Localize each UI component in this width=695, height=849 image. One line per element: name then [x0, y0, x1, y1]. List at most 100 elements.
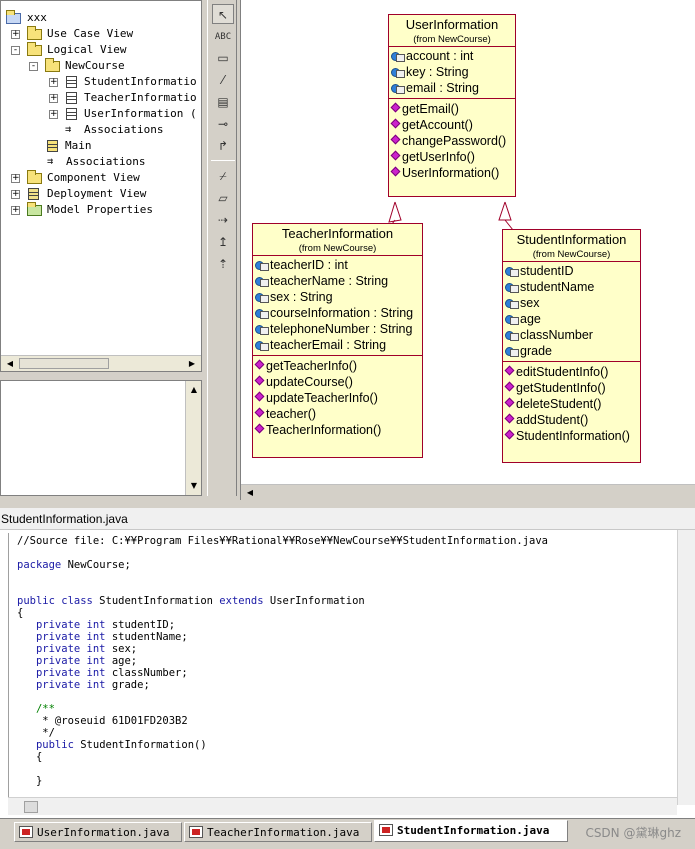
- selection-tool-icon[interactable]: ↖: [212, 4, 234, 24]
- scroll-thumb[interactable]: [24, 801, 38, 813]
- operation-row[interactable]: getTeacherInfo(): [253, 358, 422, 374]
- tree-item-associations-inner[interactable]: ⇉ Associations: [65, 122, 185, 138]
- expand-toggle-icon[interactable]: +: [49, 78, 58, 87]
- operation-row[interactable]: getAccount(): [389, 117, 515, 133]
- scroll-left-icon[interactable]: ◀: [3, 357, 17, 371]
- association-tool-icon[interactable]: ↱: [212, 136, 234, 156]
- operation-row[interactable]: TeacherInformation(): [253, 422, 422, 438]
- attribute-row[interactable]: teacherName : String: [253, 273, 422, 289]
- tree-item-newcourse[interactable]: - NewCourse: [29, 58, 199, 74]
- attribute-icon: [505, 330, 519, 341]
- code-area[interactable]: //Source file: C:¥¥Program Files¥¥Ration…: [8, 533, 676, 805]
- scroll-left-icon[interactable]: ◀: [243, 486, 257, 500]
- tree-item-associations[interactable]: ⇉ Associations: [47, 154, 167, 170]
- attribute-row[interactable]: sex: [503, 295, 640, 311]
- tree-item-studentinformation[interactable]: + StudentInformatio: [49, 74, 201, 90]
- interface-tool-icon[interactable]: ⊸: [212, 114, 234, 134]
- canvas-horizontal-scrollbar[interactable]: ◀: [241, 484, 695, 500]
- generalization-tool-icon[interactable]: ↥: [212, 232, 234, 252]
- realize-tool-icon[interactable]: ⇡: [212, 254, 234, 274]
- operation-icon: [254, 359, 265, 370]
- attribute-label: teacherID : int: [270, 258, 348, 272]
- tree-item-main[interactable]: Main: [47, 138, 147, 154]
- package-tool-icon[interactable]: ▱: [212, 188, 234, 208]
- attribute-row[interactable]: grade: [503, 343, 640, 359]
- attribute-row[interactable]: sex : String: [253, 289, 422, 305]
- operation-row[interactable]: editStudentInfo(): [503, 364, 640, 380]
- tree-item-use-case-view[interactable]: + Use Case View: [11, 26, 191, 42]
- attribute-row[interactable]: teacherID : int: [253, 257, 422, 273]
- documentation-vertical-scrollbar[interactable]: ▲ ▼: [185, 381, 201, 495]
- tab-studentinformation-java[interactable]: StudentInformation.java: [374, 820, 568, 842]
- operation-row[interactable]: addStudent(): [503, 412, 640, 428]
- anchor-tool-icon[interactable]: ⁄: [212, 70, 234, 90]
- scroll-right-icon[interactable]: ▶: [185, 357, 199, 371]
- browser-tree: xxx + Use Case View - Logical View - New…: [1, 1, 201, 355]
- note-tool-icon[interactable]: ▭: [212, 48, 234, 68]
- keyword: private int: [35, 643, 106, 655]
- tree-root[interactable]: xxx: [5, 10, 65, 26]
- expand-toggle-icon[interactable]: +: [49, 110, 58, 119]
- scroll-thumb[interactable]: [19, 358, 109, 369]
- tree-item-label: Logical View: [47, 43, 127, 56]
- collapse-toggle-icon[interactable]: -: [11, 46, 20, 55]
- documentation-pane[interactable]: ▲ ▼: [0, 380, 202, 496]
- tree-item-teacherinformation[interactable]: + TeacherInformatio: [49, 90, 201, 106]
- operation-row[interactable]: getStudentInfo(): [503, 380, 640, 396]
- operation-row[interactable]: changePassword(): [389, 133, 515, 149]
- attribute-row[interactable]: account : int: [389, 48, 515, 64]
- attribute-row[interactable]: telephoneNumber : String: [253, 321, 422, 337]
- class-box-teacherinformation[interactable]: TeacherInformation (from NewCourse) teac…: [252, 223, 423, 458]
- expand-toggle-icon[interactable]: +: [11, 30, 20, 39]
- expand-toggle-icon[interactable]: +: [11, 206, 20, 215]
- attribute-row[interactable]: age: [503, 311, 640, 327]
- collapse-toggle-icon[interactable]: -: [29, 62, 38, 71]
- operation-compartment: getTeacherInfo() updateCourse() updateTe…: [253, 356, 422, 440]
- class-diagram-canvas[interactable]: UserInformation (from NewCourse) account…: [240, 0, 695, 500]
- tab-teacherinformation-java[interactable]: TeacherInformation.java: [184, 822, 372, 842]
- operation-row[interactable]: updateTeacherInfo(): [253, 390, 422, 406]
- attribute-row[interactable]: courseInformation : String: [253, 305, 422, 321]
- operation-icon: [254, 391, 265, 402]
- class-box-userinformation[interactable]: UserInformation (from NewCourse) account…: [388, 14, 516, 197]
- class-tool-icon[interactable]: ▤: [212, 92, 234, 112]
- model-icon: [6, 10, 21, 24]
- tree-item-userinformation[interactable]: + UserInformation (: [49, 106, 201, 122]
- tree-item-model-properties[interactable]: + Model Properties: [11, 202, 191, 218]
- aggregation-tool-icon[interactable]: ⌿: [212, 166, 234, 186]
- operation-icon: [390, 118, 401, 129]
- tree-item-deployment-view[interactable]: + Deployment View: [11, 186, 191, 202]
- tree-item-logical-view[interactable]: - Logical View: [11, 42, 191, 58]
- attribute-row[interactable]: studentID: [503, 263, 640, 279]
- attribute-row[interactable]: classNumber: [503, 327, 640, 343]
- text-tool-icon[interactable]: ABC: [212, 27, 234, 47]
- expand-toggle-icon[interactable]: +: [49, 94, 58, 103]
- expand-toggle-icon[interactable]: +: [11, 190, 20, 199]
- scroll-up-icon[interactable]: ▲: [187, 383, 201, 397]
- operation-row[interactable]: getUserInfo(): [389, 149, 515, 165]
- operation-row[interactable]: StudentInformation(): [503, 428, 640, 444]
- dependency-tool-icon[interactable]: ⇢: [212, 210, 234, 230]
- class-box-studentinformation[interactable]: StudentInformation (from NewCourse) stud…: [502, 229, 641, 463]
- operation-row[interactable]: updateCourse(): [253, 374, 422, 390]
- tree-item-label: Associations: [66, 155, 146, 168]
- operation-row[interactable]: getEmail(): [389, 101, 515, 117]
- operation-row[interactable]: teacher(): [253, 406, 422, 422]
- expand-toggle-icon[interactable]: +: [11, 174, 20, 183]
- properties-icon: [27, 202, 42, 216]
- tab-userinformation-java[interactable]: UserInformation.java: [14, 822, 182, 842]
- tree-item-component-view[interactable]: + Component View: [11, 170, 191, 186]
- operation-label: getAccount(): [402, 118, 473, 132]
- operation-label: teacher(): [266, 407, 317, 421]
- scroll-down-icon[interactable]: ▼: [187, 479, 201, 493]
- editor-horizontal-scrollbar[interactable]: [8, 797, 677, 815]
- operation-row[interactable]: UserInformation(): [389, 165, 515, 181]
- attribute-row[interactable]: email : String: [389, 80, 515, 96]
- operation-label: addStudent(): [516, 413, 589, 427]
- operation-row[interactable]: deleteStudent(): [503, 396, 640, 412]
- attribute-row[interactable]: teacherEmail : String: [253, 337, 422, 353]
- browser-horizontal-scrollbar[interactable]: ◀ ▶: [1, 355, 201, 371]
- attribute-row[interactable]: key : String: [389, 64, 515, 80]
- editor-vertical-scrollbar[interactable]: [677, 530, 695, 805]
- attribute-row[interactable]: studentName: [503, 279, 640, 295]
